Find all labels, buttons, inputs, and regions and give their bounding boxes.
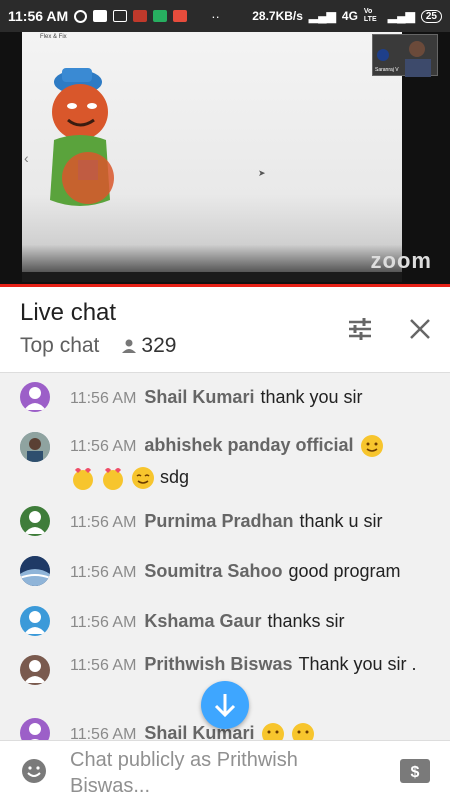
avatar[interactable]	[20, 432, 50, 462]
scroll-to-bottom-button[interactable]	[201, 681, 249, 729]
avatar[interactable]	[20, 606, 50, 636]
smiling-face-emoji-icon	[132, 467, 154, 490]
message-author[interactable]: Kshama Gaur	[144, 611, 261, 631]
chat-mode-selector[interactable]: Top chat 329	[20, 334, 176, 358]
message-body: thank you sir	[260, 387, 363, 407]
message-author[interactable]: Prithwish Biswas	[144, 654, 292, 674]
heart-face-emoji-icon	[103, 468, 123, 491]
message-text: 11:56 AM Shail Kumari	[70, 718, 430, 740]
photos-icon	[153, 10, 168, 22]
svg-text:$: $	[411, 764, 420, 781]
network-speed: 28.7KB/s	[252, 9, 303, 23]
message-time: 11:56 AM	[70, 614, 137, 631]
message-body: thanks sir	[267, 611, 345, 631]
hugging-face-emoji-icon	[361, 435, 384, 458]
message-text: 11:56 AM Soumitra Sahoo good program	[70, 556, 430, 588]
participant-name: Saranraj V	[375, 67, 399, 73]
avatar[interactable]	[20, 382, 50, 412]
message-body: good program	[288, 561, 401, 581]
filter-settings-icon[interactable]	[346, 315, 374, 343]
emoji-picker-icon[interactable]	[20, 757, 48, 785]
hugging-face-emoji-icon	[292, 723, 315, 740]
message-text: 11:56 AM Prithwish Biswas Thank you sir .	[70, 649, 430, 681]
message-body: thank u sir	[299, 511, 383, 531]
signal-icon-2: ▂▄▆	[387, 9, 415, 23]
network-type: 4G	[341, 9, 358, 23]
viewer-count-value: 329	[141, 334, 177, 357]
message-time: 11:56 AM	[70, 514, 137, 531]
app-icon-2	[173, 10, 188, 22]
message-time: 11:56 AM	[70, 564, 137, 581]
live-chat-title: Live chat	[20, 299, 117, 326]
avatar[interactable]	[20, 556, 50, 586]
app-icon	[133, 10, 148, 22]
shared-screen: Flex & Fix ‹ ➤	[22, 32, 402, 282]
message-time: 11:56 AM	[70, 390, 137, 407]
message-time: 11:56 AM	[70, 438, 137, 455]
close-icon[interactable]	[406, 315, 434, 343]
status-time: 11:56 AM	[8, 8, 69, 24]
message-text: 11:56 AM Kshama Gaur thanks sir	[70, 606, 430, 638]
mascot-image	[50, 68, 114, 206]
message-icon	[93, 10, 108, 22]
message-author[interactable]: Shail Kumari	[144, 387, 254, 407]
message-text: 11:56 AM abhishek panday official sdg	[70, 430, 430, 492]
battery-icon: 25	[420, 9, 442, 23]
message-author[interactable]: abhishek panday official	[144, 435, 353, 455]
video-prev-arrow[interactable]: ‹	[24, 150, 29, 166]
message-author[interactable]: Purnima Pradhan	[144, 511, 293, 531]
message-body: sdg	[160, 467, 190, 487]
chat-input[interactable]: Chat publicly as Prithwish Biswas...	[70, 747, 370, 799]
avatar[interactable]	[20, 655, 50, 685]
heart-face-emoji-icon	[73, 468, 93, 491]
hugging-face-emoji-icon	[262, 723, 285, 740]
chat-input-bar: Chat publicly as Prithwish Biswas... $	[0, 740, 450, 800]
calendar-icon	[113, 10, 128, 22]
message-author[interactable]: Soumitra Sahoo	[144, 561, 282, 581]
message-time: 11:56 AM	[70, 657, 137, 674]
more-notifications-icon: ··	[211, 8, 220, 24]
signal-icon: ▂▄▆	[308, 9, 336, 23]
video-player[interactable]: Flex & Fix ‹ ➤ zoom Saranraj V	[0, 32, 450, 284]
zoom-watermark: zoom	[370, 248, 432, 273]
live-chat-header: Live chat Top chat 329	[0, 287, 450, 373]
person-icon	[122, 339, 137, 353]
avatar[interactable]	[20, 718, 50, 740]
viewer-count: 329	[121, 334, 176, 358]
message-body: Thank you sir .	[298, 654, 417, 674]
avatar[interactable]	[20, 506, 50, 536]
super-chat-icon[interactable]: $	[400, 759, 430, 783]
participant-video: Saranraj V	[372, 34, 438, 77]
message-text: 11:56 AM Purnima Pradhan thank u sir	[70, 506, 430, 538]
carrier-label: Vo LTE	[363, 8, 377, 23]
browser-tab-title: Flex & Fix	[40, 34, 67, 40]
video-taskbar	[22, 272, 402, 282]
chat-mode-label[interactable]: Top chat	[20, 334, 99, 358]
whatsapp-icon	[74, 9, 88, 23]
message-text: 11:56 AM Shail Kumari thank you sir	[70, 382, 430, 414]
status-bar: 11:56 AM ·· 28.7KB/s ▂▄▆ 4G Vo LTE ▂▄▆ 2…	[0, 0, 450, 32]
arrow-down-icon	[214, 694, 236, 718]
message-time: 11:56 AM	[70, 726, 137, 740]
cursor-icon: ➤	[258, 168, 266, 178]
